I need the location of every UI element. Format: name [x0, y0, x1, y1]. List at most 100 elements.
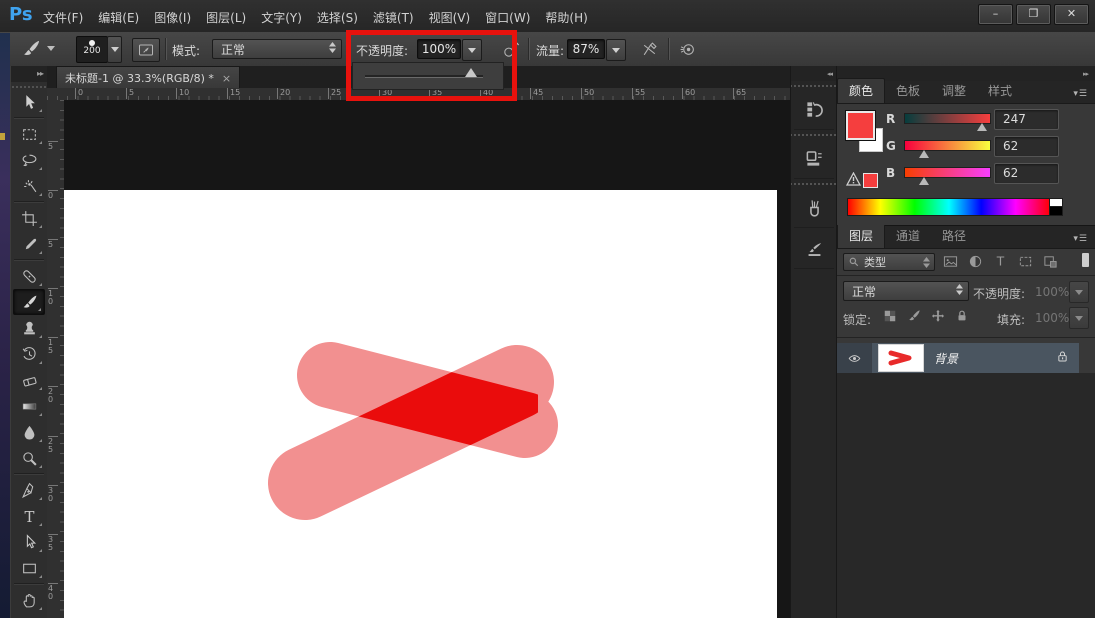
- tool-preset-arrow-icon[interactable]: [47, 46, 55, 51]
- menu-item-9[interactable]: 帮助(H): [545, 9, 587, 26]
- dock-grip[interactable]: [791, 130, 837, 138]
- opacity-slider-thumb[interactable]: [465, 68, 477, 77]
- toggle-brush-panel-button[interactable]: [132, 38, 160, 62]
- filter-shape-layers-icon[interactable]: [1018, 254, 1033, 269]
- channel-b-slider[interactable]: [904, 167, 991, 178]
- path-selection-tool[interactable]: [13, 529, 45, 555]
- color-spectrum-bar[interactable]: [847, 198, 1051, 216]
- gamut-warning-icon[interactable]: [846, 171, 861, 190]
- size-pressure-button[interactable]: [638, 39, 660, 59]
- minimize-button[interactable]: –: [978, 4, 1013, 25]
- channel-r-thumb[interactable]: [977, 123, 987, 131]
- channel-r-value[interactable]: 247: [994, 109, 1059, 130]
- dock-grip[interactable]: [791, 179, 837, 187]
- menu-item-7[interactable]: 视图(V): [429, 9, 471, 26]
- channel-g-value[interactable]: 62: [994, 136, 1059, 157]
- brush-presets-panel-button[interactable]: [794, 228, 834, 269]
- menu-item-4[interactable]: 文字(Y): [261, 9, 302, 26]
- tab-channels[interactable]: 通道: [885, 224, 931, 248]
- tab-styles[interactable]: 样式: [977, 79, 1023, 103]
- layer-filter-select[interactable]: 类型: [843, 253, 935, 271]
- channel-b-value[interactable]: 62: [994, 163, 1059, 184]
- tab-swatches[interactable]: 色板: [885, 79, 931, 103]
- rectangle-tool[interactable]: [13, 555, 45, 581]
- dock-expand-icon[interactable]: ◂◂: [791, 66, 837, 81]
- rectangular-marquee-tool[interactable]: [13, 121, 45, 147]
- tab-layers[interactable]: 图层: [837, 223, 885, 248]
- move-tool[interactable]: [13, 89, 45, 115]
- menu-item-8[interactable]: 窗口(W): [485, 9, 530, 26]
- document-tab[interactable]: 未标题-1 @ 33.3%(RGB/8) * ×: [56, 66, 240, 89]
- layers-opacity-value[interactable]: 100%: [1035, 285, 1069, 299]
- lock-position-icon[interactable]: [931, 309, 945, 323]
- filter-pixel-layers-icon[interactable]: [943, 254, 958, 269]
- restore-button[interactable]: ❐: [1016, 4, 1051, 25]
- close-button[interactable]: ✕: [1054, 4, 1089, 25]
- lock-transparency-icon[interactable]: [883, 309, 897, 323]
- layer-visibility-toggle[interactable]: [837, 343, 872, 373]
- brush-picker-dropdown-icon[interactable]: [107, 36, 122, 63]
- layers-opacity-dropdown-icon[interactable]: [1069, 281, 1089, 303]
- pen-tool[interactable]: [13, 477, 45, 503]
- spectrum-black-swatch[interactable]: [1049, 206, 1063, 216]
- opacity-dropdown-icon[interactable]: [462, 39, 482, 61]
- clone-stamp-tool[interactable]: [13, 315, 45, 341]
- channel-b-thumb[interactable]: [919, 177, 929, 185]
- menu-item-5[interactable]: 选择(S): [317, 9, 358, 26]
- hand-tool[interactable]: [13, 587, 45, 613]
- tab-adjustments[interactable]: 调整: [931, 79, 977, 103]
- brush-preset-picker[interactable]: 200: [76, 36, 108, 63]
- fill-value[interactable]: 100%: [1035, 311, 1069, 325]
- panel-menu-icon[interactable]: ▾☰: [1073, 89, 1095, 103]
- toolbar-grip[interactable]: [11, 82, 47, 89]
- opacity-pressure-button[interactable]: [500, 39, 522, 59]
- dock-grip[interactable]: [791, 81, 837, 89]
- airbrush-button[interactable]: [676, 39, 698, 59]
- magic-wand-tool[interactable]: [13, 173, 45, 199]
- menu-item-0[interactable]: 文件(F): [43, 9, 83, 26]
- panel-scrollbar[interactable]: [1082, 253, 1089, 267]
- layer-thumbnail[interactable]: [878, 344, 924, 372]
- type-tool[interactable]: T: [13, 503, 45, 529]
- channel-g-slider[interactable]: [904, 140, 991, 151]
- menu-item-3[interactable]: 图层(L): [206, 9, 246, 26]
- brush-tool-icon[interactable]: [18, 37, 44, 61]
- menu-item-1[interactable]: 编辑(E): [98, 9, 139, 26]
- flow-value-field[interactable]: 87%: [567, 39, 605, 59]
- layer-name[interactable]: 背景: [934, 350, 958, 367]
- foreground-color-swatch[interactable]: [846, 111, 875, 140]
- history-brush-tool[interactable]: [13, 341, 45, 367]
- history-panel-button[interactable]: [794, 89, 834, 130]
- vertical-ruler[interactable]: 50510152025303540: [47, 100, 65, 618]
- channel-g-thumb[interactable]: [919, 150, 929, 158]
- fill-dropdown-icon[interactable]: [1069, 307, 1089, 329]
- crop-tool[interactable]: [13, 205, 45, 231]
- menu-item-6[interactable]: 滤镜(T): [373, 9, 414, 26]
- tab-close-icon[interactable]: ×: [222, 72, 231, 85]
- document-view[interactable]: [64, 100, 790, 618]
- eyedropper-tool[interactable]: [13, 231, 45, 257]
- filter-adjustment-layers-icon[interactable]: [968, 254, 983, 269]
- brushes-panel-button[interactable]: [794, 187, 834, 228]
- eraser-tool[interactable]: [13, 367, 45, 393]
- opacity-value-field[interactable]: 100%: [417, 39, 461, 59]
- menu-item-2[interactable]: 图像(I): [154, 9, 191, 26]
- lock-all-icon[interactable]: [955, 309, 969, 323]
- lasso-tool[interactable]: [13, 147, 45, 173]
- blur-tool[interactable]: [13, 419, 45, 445]
- gamut-swatch[interactable]: [863, 173, 878, 188]
- tab-paths[interactable]: 路径: [931, 224, 977, 248]
- healing-brush-tool[interactable]: [13, 263, 45, 289]
- gradient-tool[interactable]: [13, 393, 45, 419]
- filter-smart-objects-icon[interactable]: [1043, 254, 1058, 269]
- flow-dropdown-icon[interactable]: [606, 39, 626, 61]
- lock-pixels-icon[interactable]: [907, 309, 921, 323]
- tab-color[interactable]: 颜色: [837, 78, 885, 103]
- canvas[interactable]: [64, 190, 777, 618]
- brush-tool[interactable]: [13, 289, 45, 315]
- properties-panel-button[interactable]: [794, 138, 834, 179]
- layer-row-background[interactable]: 背景: [837, 343, 1079, 373]
- dodge-tool[interactable]: [13, 445, 45, 471]
- filter-type-layers-icon[interactable]: T: [993, 254, 1008, 269]
- layers-blend-mode-select[interactable]: 正常: [843, 281, 969, 301]
